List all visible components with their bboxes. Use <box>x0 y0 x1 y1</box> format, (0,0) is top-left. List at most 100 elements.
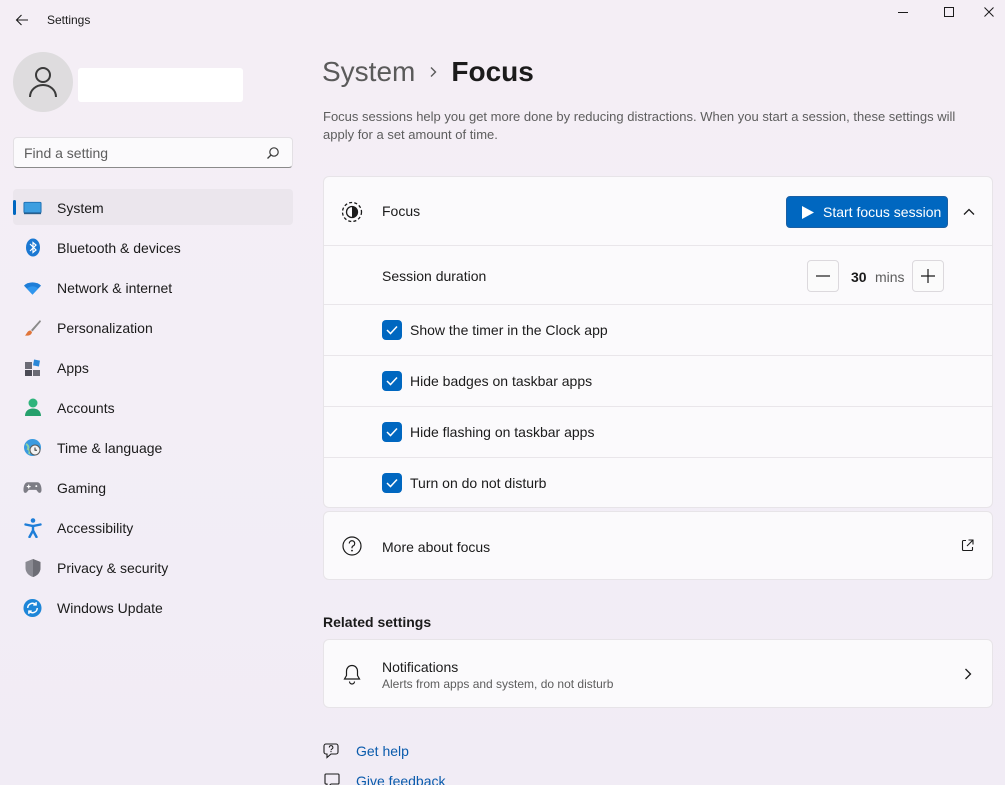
sidebar-item-label: Gaming <box>57 480 107 496</box>
focus-header-row[interactable]: Focus Start focus session <box>324 177 992 245</box>
option-row: Hide badges on taskbar apps <box>324 355 992 406</box>
checkmark-icon <box>386 376 398 386</box>
page-description: Focus sessions help you get more done by… <box>323 109 956 142</box>
more-about-focus-card[interactable]: More about focus <box>323 511 993 580</box>
option-label: Turn on do not disturb <box>410 475 547 491</box>
sidebar-item-apps[interactable]: Apps <box>13 349 293 385</box>
session-duration-label: Session duration <box>382 268 487 284</box>
sidebar-item-personalization[interactable]: Personalization <box>13 309 293 345</box>
user-name-redacted <box>78 68 243 102</box>
sidebar-item-label: Accounts <box>57 400 115 416</box>
notifications-title: Notifications <box>382 659 459 675</box>
sidebar-item-label: Personalization <box>57 320 153 336</box>
notifications-card[interactable]: Notifications Alerts from apps and syste… <box>323 639 993 708</box>
checkmark-icon <box>386 427 398 437</box>
monitor-icon <box>23 198 42 217</box>
close-button[interactable] <box>972 0 1005 24</box>
option-label: Show the timer in the Clock app <box>410 322 608 338</box>
play-icon <box>801 205 815 220</box>
give-feedback-row: Give feedback <box>323 772 446 785</box>
session-duration-row: Session duration 30 mins <box>324 245 992 304</box>
person-icon <box>29 67 57 98</box>
help-circle-icon <box>342 536 362 556</box>
back-button[interactable] <box>10 8 34 32</box>
plus-icon <box>921 269 935 283</box>
gamepad-icon <box>23 478 42 497</box>
option-label: Hide flashing on taskbar apps <box>410 424 595 440</box>
title-bar: Settings <box>0 0 1005 40</box>
sidebar-item-label: System <box>57 200 104 216</box>
back-arrow-icon <box>15 14 28 26</box>
checkmark-icon <box>386 325 398 335</box>
apps-icon <box>23 358 42 377</box>
minimize-icon <box>898 12 908 13</box>
increase-duration-button[interactable] <box>912 260 944 292</box>
maximize-icon <box>944 7 954 17</box>
breadcrumb: System Focus <box>322 52 534 92</box>
wifi-icon <box>23 278 42 297</box>
chevron-up-icon <box>963 208 975 215</box>
focus-icon <box>341 201 363 223</box>
do-not-disturb-checkbox[interactable] <box>382 473 402 493</box>
duration-unit: mins <box>875 269 905 285</box>
checkmark-icon <box>386 478 398 488</box>
sidebar-item-gaming[interactable]: Gaming <box>13 469 293 505</box>
duration-value: 30 <box>851 269 867 285</box>
option-row: Hide flashing on taskbar apps <box>324 406 992 457</box>
sidebar-item-accessibility[interactable]: Accessibility <box>13 509 293 545</box>
breadcrumb-parent[interactable]: System <box>322 56 415 88</box>
brush-icon <box>23 318 42 337</box>
help-chat-icon <box>323 742 341 760</box>
sidebar-item-label: Bluetooth & devices <box>57 240 181 256</box>
focus-card: Focus Start focus session Session durati… <box>323 176 993 508</box>
update-icon <box>23 598 42 617</box>
shield-icon <box>23 558 42 577</box>
chevron-right-icon <box>965 668 972 680</box>
app-title: Settings <box>47 13 91 27</box>
page-title: Focus <box>451 56 534 87</box>
sidebar-item-label: Windows Update <box>57 600 163 616</box>
option-row: Show the timer in the Clock app <box>324 304 992 355</box>
open-external-icon <box>961 539 974 552</box>
collapse-button[interactable] <box>957 200 981 224</box>
sidebar-item-network[interactable]: Network & internet <box>13 269 293 305</box>
sidebar-item-privacy-security[interactable]: Privacy & security <box>13 549 293 585</box>
close-icon <box>983 7 994 17</box>
chevron-right-icon <box>429 66 437 78</box>
sidebar-item-bluetooth[interactable]: Bluetooth & devices <box>13 229 293 265</box>
maximize-button[interactable] <box>926 0 972 24</box>
start-focus-session-button[interactable]: Start focus session <box>786 196 948 228</box>
give-feedback-link[interactable]: Give feedback <box>356 773 446 785</box>
show-timer-checkbox[interactable] <box>382 320 402 340</box>
avatar[interactable] <box>13 52 73 112</box>
minus-icon <box>816 275 830 277</box>
globe-clock-icon <box>23 438 42 457</box>
accessibility-icon <box>23 517 42 538</box>
get-help-link[interactable]: Get help <box>356 743 409 759</box>
sidebar-item-time-language[interactable]: Time & language <box>13 429 293 465</box>
hide-badges-checkbox[interactable] <box>382 371 402 391</box>
person-icon <box>23 398 42 417</box>
related-settings-heading: Related settings <box>323 614 432 630</box>
focus-label: Focus <box>382 203 421 219</box>
start-focus-session-label: Start focus session <box>823 204 942 220</box>
sidebar-item-label: Privacy & security <box>57 560 169 576</box>
minimize-button[interactable] <box>880 0 926 24</box>
search-icon[interactable] <box>266 146 280 160</box>
get-help-row: Get help <box>323 742 409 760</box>
sidebar-item-windows-update[interactable]: Windows Update <box>13 589 293 625</box>
option-label: Hide badges on taskbar apps <box>410 373 593 389</box>
option-row: Turn on do not disturb <box>324 457 992 508</box>
hide-flashing-checkbox[interactable] <box>382 422 402 442</box>
sidebar-item-label: Time & language <box>57 440 163 456</box>
decrease-duration-button[interactable] <box>807 260 839 292</box>
sidebar-item-label: Network & internet <box>57 280 173 296</box>
search-input[interactable] <box>24 144 264 162</box>
sidebar-item-accounts[interactable]: Accounts <box>13 389 293 425</box>
sidebar-item-system[interactable]: System <box>13 189 293 225</box>
sidebar-nav: System Bluetooth & devices Network & int… <box>13 189 293 629</box>
notifications-subtitle: Alerts from apps and system, do not dist… <box>382 677 614 691</box>
search-box[interactable] <box>13 137 293 168</box>
sidebar-item-label: Accessibility <box>57 520 134 536</box>
bluetooth-icon <box>23 238 42 257</box>
